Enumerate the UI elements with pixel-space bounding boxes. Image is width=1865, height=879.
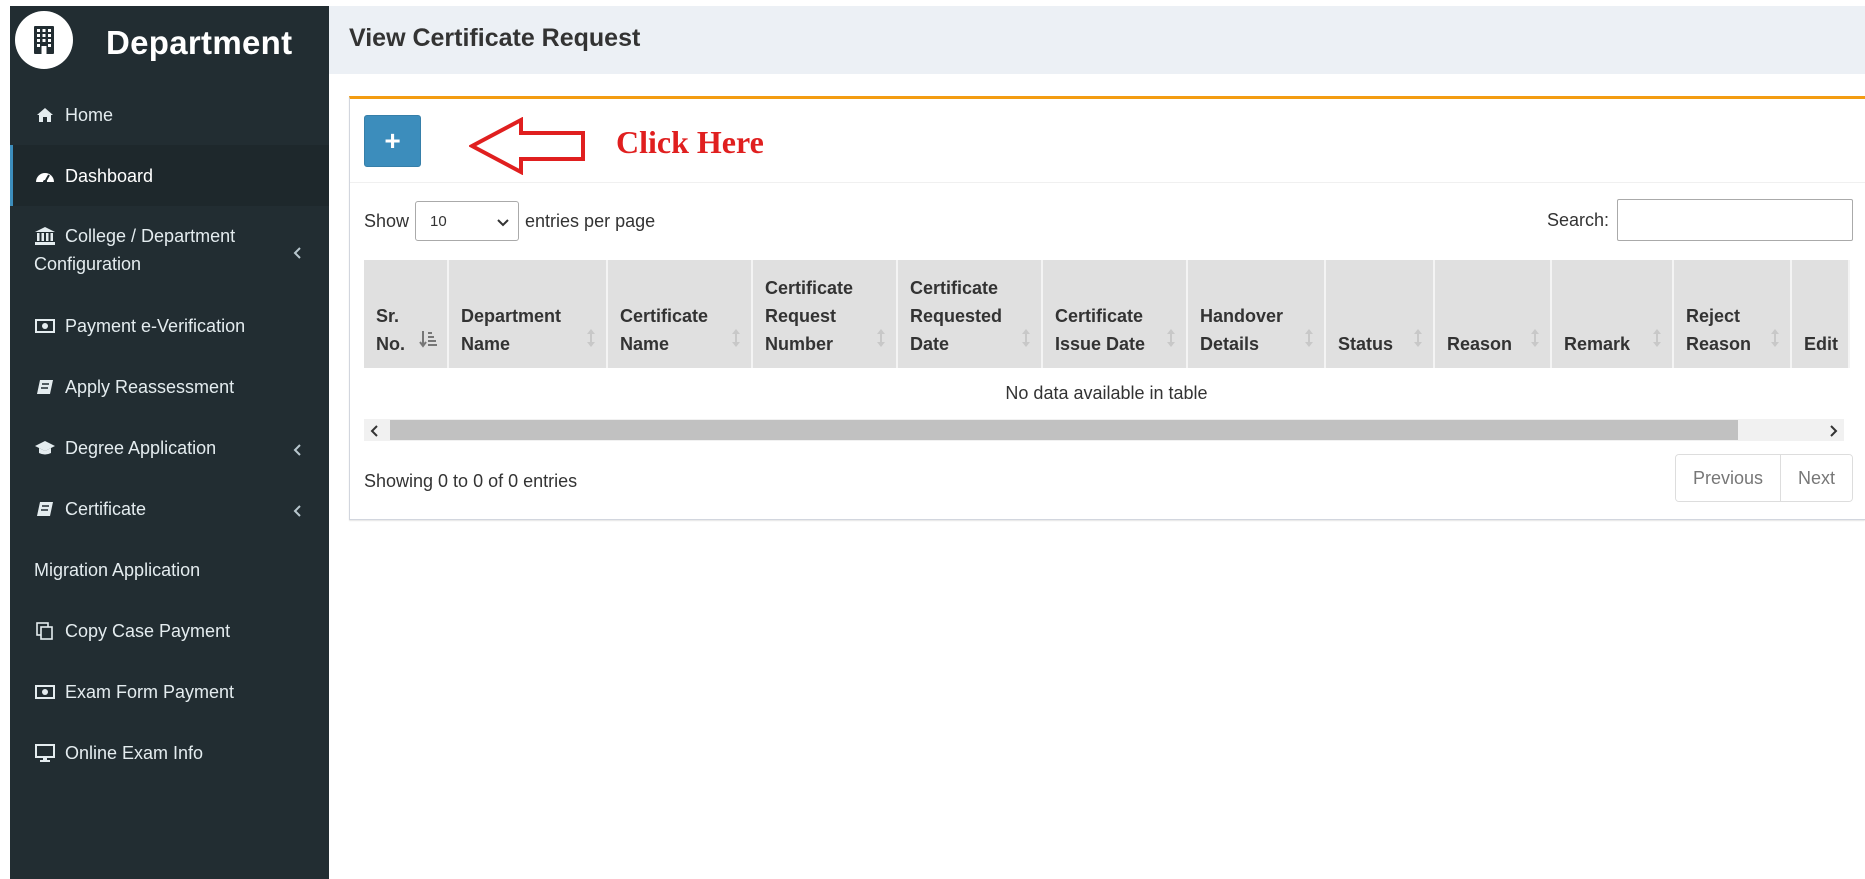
left-arrow-icon xyxy=(469,117,585,175)
previous-button[interactable]: Previous xyxy=(1676,455,1780,501)
sidebar-item-label: Copy Case Payment xyxy=(65,620,231,641)
sidebar-item-label-line2: Configuration xyxy=(34,254,142,274)
table-row: No data available in table xyxy=(364,368,1849,418)
copy-icon xyxy=(34,621,56,640)
sidebar-menu: Home Dashboard College / Department Conf… xyxy=(10,84,329,783)
column-header-handover-details[interactable]: Handover Details xyxy=(1187,260,1326,368)
certificate-request-table: Sr. No. Department Name Certificate Name… xyxy=(364,260,1850,418)
sidebar-item-online-exam-info[interactable]: Online Exam Info xyxy=(10,722,329,783)
sort-icon xyxy=(1166,328,1176,356)
add-certificate-request-button[interactable]: + xyxy=(364,115,421,167)
sidebar-item-label: Online Exam Info xyxy=(65,742,204,763)
sidebar: Department Home Dashboard College / Depa… xyxy=(10,6,329,879)
sidebar-item-apply-reassessment[interactable]: Apply Reassessment xyxy=(10,356,329,417)
page-length-control: Show 10 entries per page xyxy=(364,201,655,241)
sort-icon xyxy=(1413,328,1423,356)
pagination: Previous Next xyxy=(1675,454,1853,502)
graduation-cap-icon xyxy=(34,439,56,457)
certificate-request-box: + Click Here Show 10 entries per page Se… xyxy=(349,96,1865,520)
column-header-certificate-request-number[interactable]: Certificate Request Number xyxy=(752,260,898,368)
empty-table-message: No data available in table xyxy=(364,368,1849,418)
page-length-value: 10 xyxy=(430,212,447,230)
building-icon xyxy=(15,11,73,69)
chevron-left-icon xyxy=(292,244,304,259)
sort-icon xyxy=(1652,328,1662,356)
sidebar-item-exam-form-payment[interactable]: Exam Form Payment xyxy=(10,661,329,722)
sidebar-item-migration-application[interactable]: Migration Application xyxy=(10,539,329,600)
column-header-sr-no[interactable]: Sr. No. xyxy=(364,260,449,368)
column-header-remark[interactable]: Remark xyxy=(1551,260,1674,368)
money-icon xyxy=(34,317,56,335)
horizontal-scrollbar[interactable] xyxy=(364,419,1844,441)
scroll-right-icon[interactable] xyxy=(1828,424,1838,442)
desktop-icon xyxy=(34,743,56,762)
scrollbar-thumb[interactable] xyxy=(390,420,1738,440)
content-header: View Certificate Request xyxy=(329,6,1865,74)
sidebar-item-label: Dashboard xyxy=(65,165,154,186)
entries-per-page-label: entries per page xyxy=(525,210,656,231)
sidebar-item-label: Migration Application xyxy=(34,559,201,580)
column-header-edit: Edit xyxy=(1791,260,1850,368)
search-input[interactable] xyxy=(1617,199,1853,241)
column-header-certificate-issue-date[interactable]: Certificate Issue Date xyxy=(1042,260,1188,368)
home-icon xyxy=(34,106,56,124)
sidebar-item-label-line1: College / Department xyxy=(65,226,236,246)
column-header-certificate-name[interactable]: Certificate Name xyxy=(607,260,753,368)
column-header-reject-reason[interactable]: Reject Reason xyxy=(1673,260,1792,368)
chevron-left-icon xyxy=(292,502,304,517)
sort-icon xyxy=(1304,328,1314,356)
main-content: View Certificate Request + Click Here Sh… xyxy=(329,6,1865,879)
scroll-left-icon[interactable] xyxy=(370,424,380,442)
book-icon xyxy=(34,500,56,518)
table-info: Showing 0 to 0 of 0 entries xyxy=(364,471,578,491)
show-label: Show xyxy=(364,210,410,231)
sort-icon xyxy=(1530,328,1540,356)
sidebar-item-label: Certificate xyxy=(65,498,147,519)
sidebar-item-home[interactable]: Home xyxy=(10,84,329,145)
institution-icon xyxy=(34,227,56,245)
dashboard-icon xyxy=(34,167,56,185)
page-title: View Certificate Request xyxy=(349,24,641,52)
sidebar-item-degree-application[interactable]: Degree Application xyxy=(10,417,329,478)
table-search: Search: xyxy=(1547,199,1853,241)
sidebar-item-payment-verification[interactable]: Payment e-Verification xyxy=(10,295,329,356)
page-length-select[interactable]: 10 xyxy=(415,201,520,241)
sort-icon xyxy=(876,328,886,356)
sidebar-item-label: Apply Reassessment xyxy=(65,376,235,397)
sidebar-item-copy-case-payment[interactable]: Copy Case Payment xyxy=(10,600,329,661)
sidebar-item-label: Home xyxy=(65,104,114,125)
sidebar-item-certificate[interactable]: Certificate xyxy=(10,478,329,539)
next-button[interactable]: Next xyxy=(1780,455,1852,501)
book-icon xyxy=(34,378,56,396)
sort-icon xyxy=(1770,328,1780,356)
search-label: Search: xyxy=(1546,209,1609,230)
brand[interactable]: Department xyxy=(10,6,329,84)
chevron-left-icon xyxy=(292,441,304,456)
brand-title: Department xyxy=(106,24,293,61)
sidebar-item-dashboard[interactable]: Dashboard xyxy=(10,145,329,206)
sort-icon xyxy=(586,328,596,356)
sort-ascending-icon xyxy=(419,328,437,356)
sidebar-item-label: Exam Form Payment xyxy=(65,681,235,702)
sidebar-item-college-configuration[interactable]: College / Department Configuration xyxy=(10,206,329,295)
click-here-annotation: Click Here xyxy=(616,124,764,160)
box-header: + Click Here xyxy=(350,99,1865,183)
column-header-status[interactable]: Status xyxy=(1325,260,1435,368)
money-icon xyxy=(34,683,56,701)
column-header-department-name[interactable]: Department Name xyxy=(448,260,608,368)
column-header-certificate-requested-date[interactable]: Certificate Requested Date xyxy=(897,260,1043,368)
sidebar-item-label: Payment e-Verification xyxy=(65,315,246,336)
sort-icon xyxy=(731,328,741,356)
sort-icon xyxy=(1021,328,1031,356)
sidebar-item-label: Degree Application xyxy=(65,437,217,458)
chevron-down-icon xyxy=(496,215,510,232)
column-header-reason[interactable]: Reason xyxy=(1434,260,1552,368)
